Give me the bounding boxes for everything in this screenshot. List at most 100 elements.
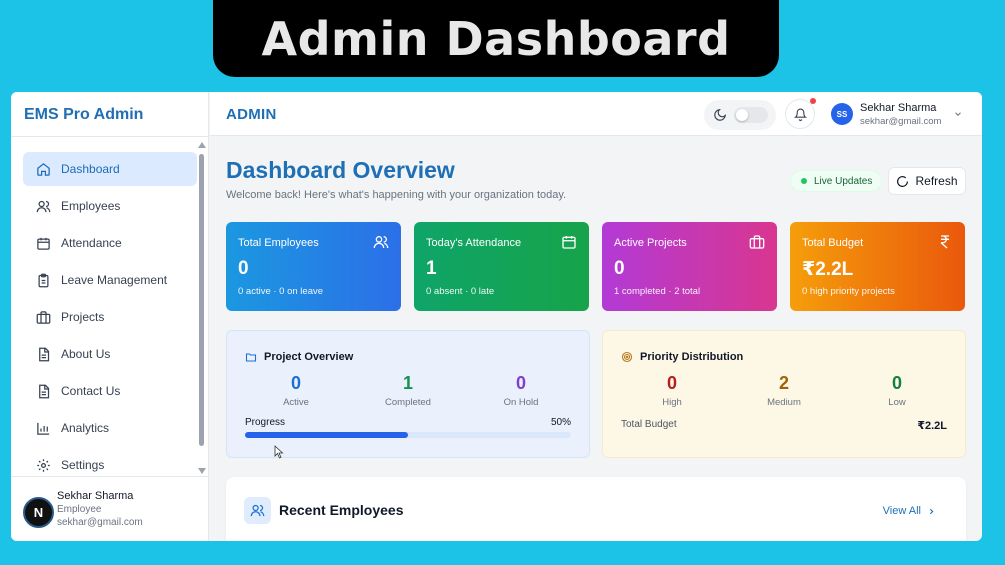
sidebar-item-dashboard[interactable]: Dashboard bbox=[23, 152, 197, 186]
sidebar-item-label: Leave Management bbox=[61, 273, 168, 287]
total-budget-value: ₹2.2L bbox=[917, 420, 947, 432]
stat-card-active-projects[interactable]: Active Projects 0 1 completed · 2 total bbox=[602, 222, 777, 311]
metric-label: Low bbox=[888, 397, 906, 408]
stat-value: 0 bbox=[238, 258, 249, 279]
stat-label: Total Employees bbox=[238, 237, 319, 249]
scroll-thumb[interactable] bbox=[199, 154, 204, 446]
sidebar-item-label: Projects bbox=[61, 310, 105, 324]
user-email: sekhar@gmail.com bbox=[57, 517, 143, 528]
sidebar-item-projects[interactable]: Projects bbox=[23, 300, 197, 334]
header-title: ADMIN bbox=[226, 106, 277, 123]
user-avatar[interactable]: SS bbox=[831, 103, 853, 125]
target-icon bbox=[621, 351, 633, 363]
sidebar-item-label: Attendance bbox=[61, 236, 122, 250]
toggle-knob bbox=[736, 109, 748, 121]
stat-label: Total Budget bbox=[802, 237, 864, 249]
banner-title: Admin Dashboard bbox=[261, 11, 731, 66]
section-title: Recent Employees bbox=[279, 502, 404, 518]
stat-value: 1 bbox=[426, 258, 437, 279]
live-updates-label: Live Updates bbox=[814, 175, 873, 187]
sidebar: EMS Pro Admin Dashboard Employees Attend… bbox=[11, 92, 209, 541]
gear-icon bbox=[36, 458, 51, 473]
scroll-up-arrow[interactable] bbox=[198, 142, 206, 148]
sidebar-item-about-us[interactable]: About Us bbox=[23, 337, 197, 371]
progress-percent: 50% bbox=[550, 417, 571, 428]
metric-completed: 1 Completed bbox=[358, 373, 458, 408]
users-icon bbox=[36, 199, 51, 214]
stat-value: ₹2.2L bbox=[802, 259, 854, 280]
app-window: EMS Pro Admin Dashboard Employees Attend… bbox=[11, 92, 982, 541]
home-icon bbox=[36, 162, 51, 177]
theme-toggle[interactable] bbox=[704, 100, 776, 130]
refresh-icon bbox=[897, 175, 909, 187]
metric-label: Medium bbox=[767, 397, 801, 408]
mouse-cursor-icon bbox=[274, 445, 284, 459]
sidebar-item-label: Employees bbox=[61, 199, 121, 213]
metric-low: 0 Low bbox=[847, 373, 947, 408]
document-icon bbox=[36, 384, 51, 399]
sidebar-item-analytics[interactable]: Analytics bbox=[23, 411, 197, 445]
stat-subtext: 0 active · 0 on leave bbox=[238, 286, 324, 297]
stat-value: 0 bbox=[614, 258, 625, 279]
sidebar-user-profile[interactable]: N Sekhar Sharma Employee sekhar@gmail.co… bbox=[11, 476, 209, 541]
chevron-right-icon bbox=[929, 508, 934, 514]
progress-fill bbox=[245, 432, 408, 438]
moon-icon bbox=[714, 108, 727, 121]
calendar-icon bbox=[36, 236, 51, 251]
metric-active: 0 Active bbox=[246, 373, 346, 408]
recent-employees-section: Recent Employees View All bbox=[226, 477, 966, 541]
user-name: Sekhar Sharma bbox=[57, 490, 134, 502]
metric-value: 1 bbox=[402, 373, 413, 393]
stat-card-attendance[interactable]: Today's Attendance 1 0 absent · 0 late bbox=[414, 222, 589, 311]
stat-label: Active Projects bbox=[614, 237, 687, 249]
stat-label: Today's Attendance bbox=[426, 237, 522, 249]
document-icon bbox=[36, 347, 51, 362]
stat-card-total-employees[interactable]: Total Employees 0 0 active · 0 on leave bbox=[226, 222, 401, 311]
metric-value: 0 bbox=[891, 373, 902, 393]
sidebar-item-attendance[interactable]: Attendance bbox=[23, 226, 197, 260]
stat-subtext: 1 completed · 2 total bbox=[614, 286, 701, 297]
users-icon bbox=[373, 236, 389, 249]
panel-header: Priority Distribution bbox=[621, 351, 743, 363]
bar-chart-icon bbox=[36, 421, 51, 436]
sidebar-item-label: Dashboard bbox=[61, 162, 120, 176]
metric-label: Completed bbox=[385, 397, 431, 408]
metric-value: 0 bbox=[290, 373, 301, 393]
chevron-down-icon[interactable] bbox=[953, 109, 963, 119]
progress-bar bbox=[245, 432, 571, 438]
refresh-button[interactable]: Refresh bbox=[888, 167, 966, 195]
refresh-label: Refresh bbox=[915, 174, 958, 188]
toggle-switch[interactable] bbox=[734, 107, 768, 123]
stat-card-total-budget[interactable]: Total Budget ₹2.2L 0 high priority proje… bbox=[790, 222, 965, 311]
stat-subtext: 0 absent · 0 late bbox=[426, 286, 495, 297]
folder-icon bbox=[245, 353, 257, 362]
calendar-icon bbox=[562, 236, 576, 249]
briefcase-icon bbox=[749, 235, 765, 249]
metric-value: 2 bbox=[778, 373, 789, 393]
sidebar-item-label: Analytics bbox=[61, 421, 110, 435]
sidebar-nav: Dashboard Employees Attendance Leave Man… bbox=[23, 152, 197, 485]
view-all-link[interactable]: View All bbox=[883, 505, 936, 517]
notifications-button[interactable] bbox=[785, 98, 816, 129]
notification-dot bbox=[810, 98, 816, 104]
metric-label: On Hold bbox=[503, 397, 539, 408]
sidebar-item-label: About Us bbox=[61, 347, 111, 361]
briefcase-icon bbox=[36, 310, 51, 325]
sidebar-item-label: Settings bbox=[61, 458, 105, 472]
sidebar-item-leave-management[interactable]: Leave Management bbox=[23, 263, 197, 297]
users-icon bbox=[244, 497, 271, 524]
page-title: Dashboard Overview bbox=[226, 157, 455, 183]
sidebar-scrollbar[interactable] bbox=[198, 142, 206, 474]
total-budget-label: Total Budget bbox=[621, 419, 677, 430]
header-user-name[interactable]: Sekhar Sharma bbox=[860, 102, 936, 114]
avatar: N bbox=[23, 497, 54, 528]
priority-distribution-panel: Priority Distribution 0 High 2 Medium 0 … bbox=[602, 330, 966, 458]
panel-header: Project Overview bbox=[245, 351, 353, 363]
top-bar: ADMIN SS Sekhar Sharma sekhar@gmail.com bbox=[210, 92, 982, 136]
sidebar-item-employees[interactable]: Employees bbox=[23, 189, 197, 223]
metric-high: 0 High bbox=[622, 373, 722, 408]
metric-label: High bbox=[662, 397, 682, 408]
sidebar-item-contact-us[interactable]: Contact Us bbox=[23, 374, 197, 408]
brand-title: EMS Pro Admin bbox=[24, 106, 144, 123]
scroll-down-arrow[interactable] bbox=[198, 468, 206, 474]
